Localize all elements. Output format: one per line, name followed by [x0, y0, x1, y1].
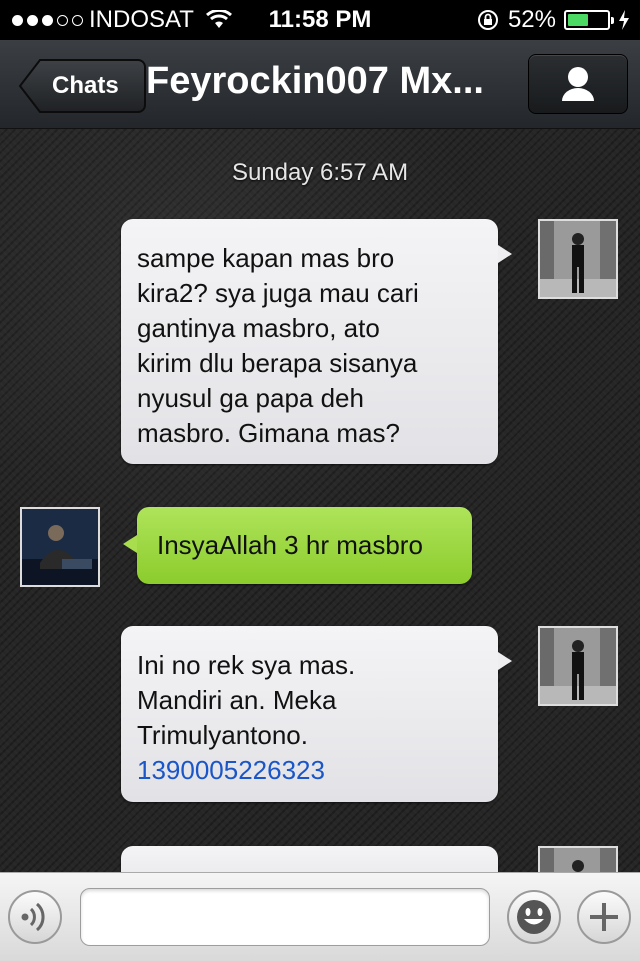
contact-photo-icon	[22, 509, 98, 585]
message-bubble-outgoing-partial[interactable]	[121, 846, 498, 872]
message-timestamp: Sunday 6:57 AM	[231, 159, 409, 186]
back-button-label: Chats	[52, 72, 119, 99]
message-bubble-outgoing[interactable]: Ini no rek sya mas. Mandiri an. Meka Tri…	[121, 626, 512, 802]
my-avatar[interactable]	[538, 626, 618, 706]
person-icon	[562, 67, 594, 101]
chat-history[interactable]: Sunday 6:57 AM sampe kapan mas bro kira2…	[0, 129, 640, 872]
attach-plus-button[interactable]	[577, 890, 631, 944]
my-avatar[interactable]	[538, 846, 618, 872]
chat-title: Feyrockin007 Mx...	[146, 60, 484, 102]
smiley-icon	[517, 900, 551, 934]
message-line: gantinya masbro, ato	[137, 313, 380, 343]
message-line: kira2? sya juga mau cari	[137, 278, 419, 308]
message-bubble-outgoing[interactable]: sampe kapan mas bro kira2? sya juga mau …	[121, 219, 512, 464]
person-photo-icon	[540, 628, 616, 704]
navigation-bar: Chats Feyrockin007 Mx...	[0, 40, 640, 129]
message-line: Ini no rek sya mas.	[137, 650, 356, 680]
rotation-lock-icon	[477, 10, 498, 30]
message-text: InsyaAllah 3 hr masbro	[157, 530, 423, 560]
message-line: kirim dlu berapa sisanya	[137, 348, 418, 378]
emoji-button[interactable]	[507, 890, 561, 944]
message-line: masbro. Gimana mas?	[137, 418, 400, 448]
account-number-link[interactable]: 1390005226323	[137, 753, 482, 788]
status-bar: INDOSAT 11:58 PM 52%	[0, 0, 640, 40]
message-line: Mandiri an. Meka	[137, 685, 337, 715]
input-bar	[0, 872, 640, 961]
battery-percent: 52%	[507, 6, 556, 33]
my-avatar[interactable]	[538, 219, 618, 299]
back-button[interactable]: Chats	[18, 58, 146, 114]
message-bubble-incoming[interactable]: InsyaAllah 3 hr masbro	[123, 507, 472, 584]
voice-mode-button[interactable]	[8, 890, 62, 944]
person-photo-icon	[540, 221, 616, 297]
contact-avatar[interactable]	[20, 507, 100, 587]
message-line: Trimulyantono.	[137, 720, 308, 750]
plus-icon	[590, 903, 618, 931]
message-line: sampe kapan mas bro	[137, 243, 395, 273]
contact-profile-button[interactable]	[528, 54, 628, 114]
battery-icon	[564, 10, 614, 30]
message-line: nyusul ga papa deh	[137, 383, 364, 413]
message-input[interactable]	[80, 888, 490, 946]
voice-icon	[21, 902, 45, 932]
person-photo-icon	[540, 848, 616, 872]
charging-bolt-icon	[619, 10, 629, 30]
